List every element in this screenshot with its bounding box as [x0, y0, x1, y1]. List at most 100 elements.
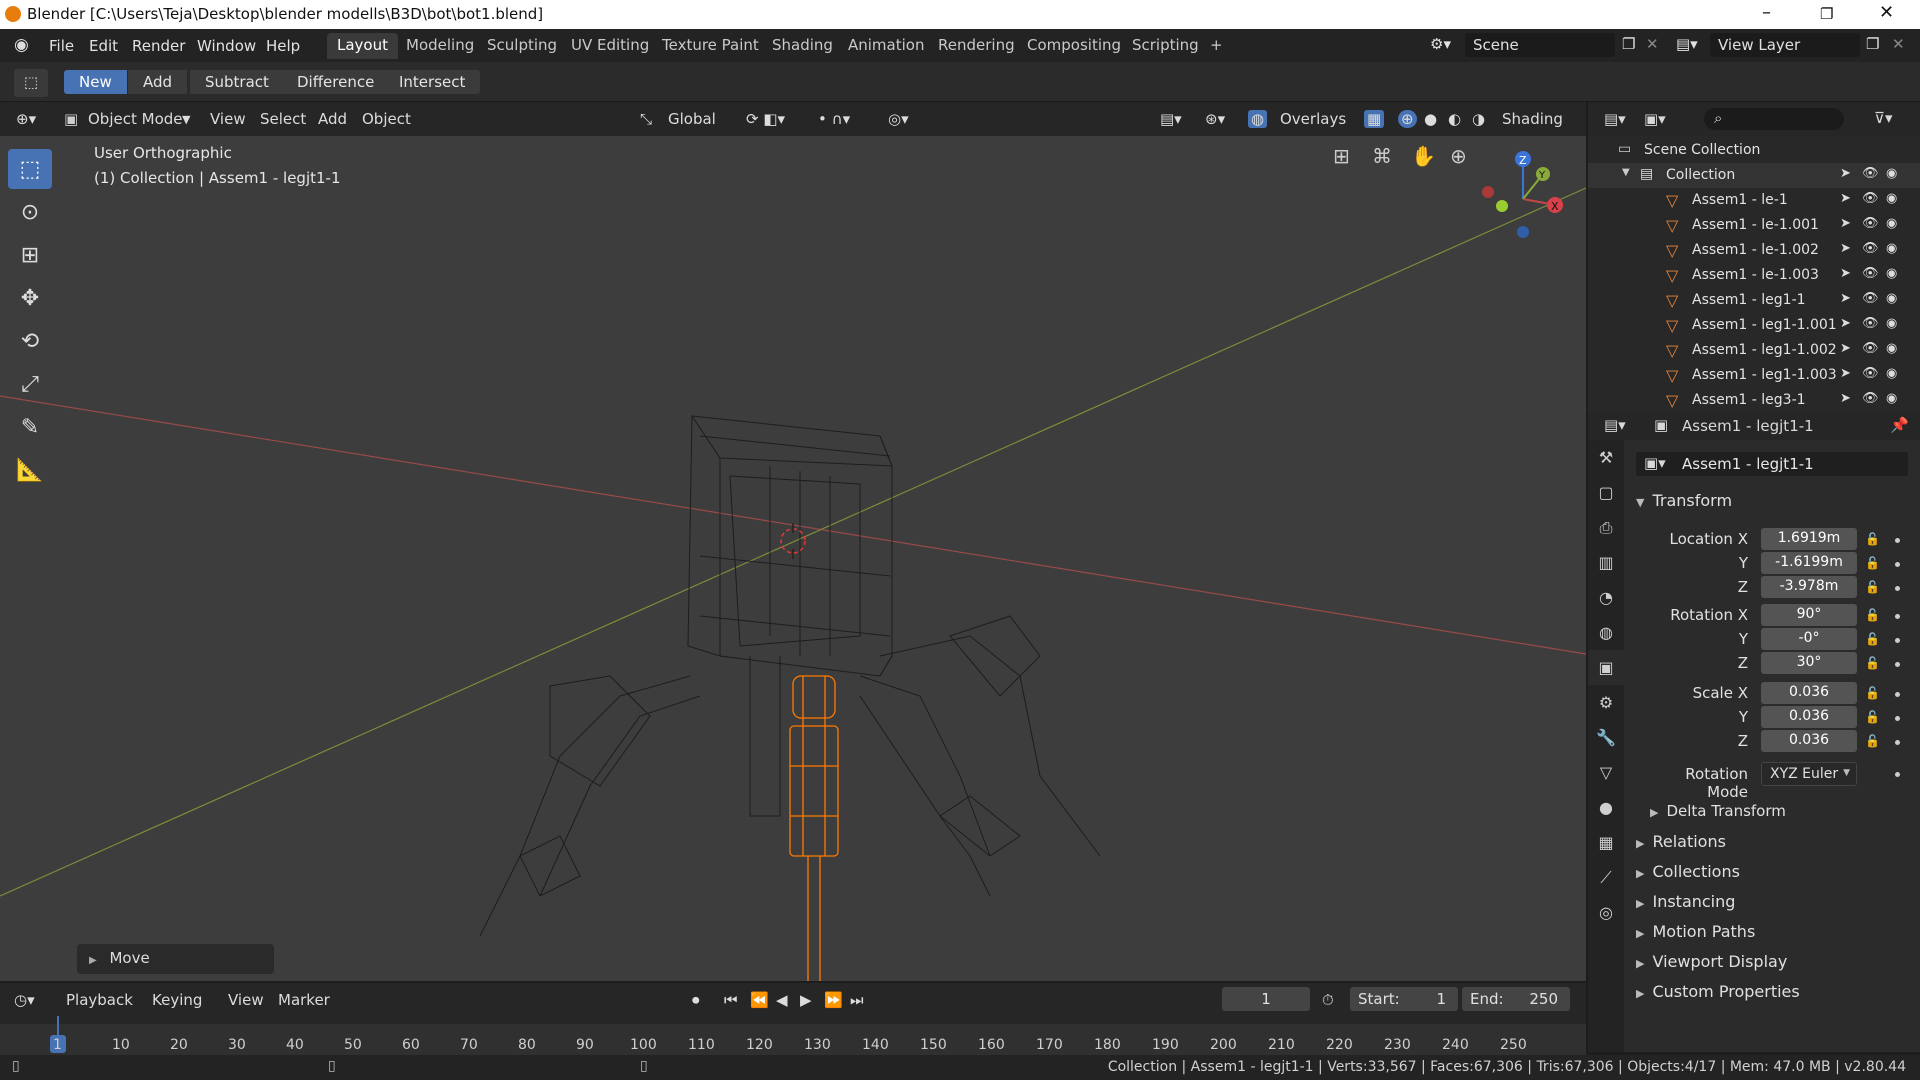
menu-edit[interactable]: Edit [89, 37, 118, 55]
collections-panel[interactable]: ▶ Collections [1636, 862, 1740, 881]
keyframe-dot-icon[interactable] [1895, 692, 1900, 697]
rotate-tool-icon[interactable]: ⟲ [8, 321, 52, 361]
object-data-tab-icon[interactable]: ▽ [1588, 755, 1624, 790]
select-toggle-icon[interactable]: ➤ [1840, 316, 1851, 331]
texture-tab-icon[interactable]: ▦ [1588, 825, 1624, 860]
modifiers-tab-icon[interactable]: 🔧 [1588, 720, 1624, 755]
motion-paths-panel[interactable]: ▶ Motion Paths [1636, 922, 1755, 941]
lock-icon[interactable]: 🔓 [1865, 686, 1880, 700]
play-reverse-icon[interactable]: ◀ [776, 991, 788, 1009]
translate-tool-icon[interactable]: ✥ [8, 278, 52, 318]
lock-icon[interactable]: 🔓 [1865, 580, 1880, 594]
outliner-item[interactable]: ▽ Assem1 - leg1-1.002 ➤ 👁 ◉ [1588, 338, 1920, 363]
select-box-tool-icon[interactable]: ⬚ [8, 149, 52, 189]
new-scene-icon[interactable]: ❐ [1622, 35, 1635, 53]
menu-render[interactable]: Render [132, 37, 185, 55]
render-toggle-icon[interactable]: ◉ [1886, 391, 1897, 406]
start-frame-field[interactable]: Start: 1 [1350, 987, 1458, 1011]
delete-view-layer-icon[interactable]: ✕ [1892, 35, 1905, 53]
render-toggle-icon[interactable]: ◉ [1886, 166, 1897, 181]
world-tab-icon[interactable]: ◍ [1588, 615, 1624, 650]
menu-file[interactable]: File [49, 37, 74, 55]
expand-arrow-icon[interactable]: ▼ [1622, 167, 1630, 178]
measure-tool-icon[interactable]: 📐 [8, 450, 52, 490]
lock-icon[interactable]: 🔓 [1865, 532, 1880, 546]
lock-icon[interactable]: 🔓 [1865, 556, 1880, 570]
eye-icon[interactable]: 👁 [1862, 341, 1879, 356]
scale-x-field[interactable]: 0.036 [1761, 682, 1857, 704]
blender-menu-icon[interactable]: ◉ [14, 35, 29, 55]
select-toggle-icon[interactable]: ➤ [1840, 391, 1851, 406]
bool-intersect-button[interactable]: Intersect [384, 70, 482, 94]
keyframe-dot-icon[interactable] [1895, 662, 1900, 667]
shading-dropdown[interactable]: Shading [1502, 110, 1563, 128]
view-layer-field[interactable]: View Layer [1710, 33, 1860, 57]
outliner-item[interactable]: ▽ Assem1 - leg1-1.003 ➤ 👁 ◉ [1588, 363, 1920, 388]
object-types-visibility-icon[interactable]: ▤▾ [1160, 110, 1182, 128]
lock-icon[interactable]: 🔓 [1865, 656, 1880, 670]
bool-new-button[interactable]: New [64, 70, 128, 94]
new-view-layer-icon[interactable]: ❐ [1866, 35, 1879, 53]
lock-icon[interactable]: 🔓 [1865, 710, 1880, 724]
gizmo-toggle-icon[interactable]: ⊛▾ [1205, 110, 1225, 128]
viewport-menu-add[interactable]: Add [318, 110, 347, 128]
pan-hand-icon[interactable]: ✋ [1411, 144, 1436, 168]
scale-tool-icon[interactable]: ⤢ [8, 364, 52, 404]
eye-icon[interactable]: 👁 [1862, 391, 1879, 406]
jump-end-icon[interactable]: ⏭ [850, 991, 864, 1009]
rotation-y-field[interactable]: -0° [1761, 628, 1857, 650]
tab-shading[interactable]: Shading [762, 33, 843, 59]
outliner-item[interactable]: ▽ Assem1 - le-1.003 ➤ 👁 ◉ [1588, 263, 1920, 288]
select-toggle-icon[interactable]: ➤ [1840, 166, 1851, 181]
end-frame-field[interactable]: End: 250 [1462, 987, 1570, 1011]
tab-scripting[interactable]: Scripting [1122, 33, 1209, 59]
jump-key-back-icon[interactable]: ⏪ [750, 991, 769, 1009]
viewport-display-panel[interactable]: ▶ Viewport Display [1636, 952, 1787, 971]
outliner-item[interactable]: ▽ Assem1 - le-1 ➤ 👁 ◉ [1588, 188, 1920, 213]
outliner-item[interactable]: ▽ Assem1 - leg1-1.001 ➤ 👁 ◉ [1588, 313, 1920, 338]
camera-view-icon[interactable]: ⌘ [1372, 144, 1392, 168]
select-toggle-icon[interactable]: ➤ [1840, 341, 1851, 356]
lock-icon[interactable]: 🔓 [1865, 632, 1880, 646]
last-operator-panel[interactable]: ▶ Move [77, 944, 274, 974]
lock-icon[interactable]: 🔓 [1865, 608, 1880, 622]
bool-difference-button[interactable]: Difference [282, 70, 391, 94]
scale-z-field[interactable]: 0.036 [1761, 730, 1857, 752]
outliner-item[interactable]: ▽ Assem1 - le-1.002 ➤ 👁 ◉ [1588, 238, 1920, 263]
location-y-field[interactable]: -1.6199m [1761, 552, 1857, 574]
tab-modeling[interactable]: Modeling [396, 33, 484, 59]
outliner-item[interactable]: ▽ Assem1 - le-1.001 ➤ 👁 ◉ [1588, 213, 1920, 238]
overlays-dropdown[interactable]: Overlays [1280, 110, 1346, 128]
select-toggle-icon[interactable]: ➤ [1840, 216, 1851, 231]
tab-uv-editing[interactable]: UV Editing [561, 33, 659, 59]
viewport-menu-object[interactable]: Object [362, 110, 411, 128]
relations-panel[interactable]: ▶ Relations [1636, 832, 1726, 851]
constraints-tab-icon[interactable]: ⚙ [1588, 685, 1624, 720]
viewport-menu-select[interactable]: Select [260, 110, 306, 128]
scene-name-field[interactable]: Scene [1465, 33, 1615, 57]
xray-toggle-icon[interactable]: ▦ [1364, 110, 1385, 128]
timeline-menu-keying[interactable]: Keying [152, 991, 202, 1009]
outliner-item[interactable]: ▽ Assem1 - leg1-1 ➤ 👁 ◉ [1588, 288, 1920, 313]
render-toggle-icon[interactable]: ◉ [1886, 191, 1897, 206]
select-toggle-icon[interactable]: ➤ [1840, 366, 1851, 381]
bool-add-button[interactable]: Add [128, 70, 189, 94]
outliner-item[interactable]: ▽ Assem1 - leg3-1 ➤ 👁 ◉ [1588, 388, 1920, 413]
keyframe-dot-icon[interactable] [1895, 638, 1900, 643]
scene-selector-icon[interactable]: ⚙▾ [1430, 35, 1451, 53]
material-shading-icon[interactable]: ◐ [1448, 110, 1461, 128]
toggle-grid-icon[interactable]: ⊞ [1333, 144, 1350, 168]
record-icon[interactable]: ⏺ [692, 991, 700, 1009]
location-x-field[interactable]: 1.6919m [1761, 528, 1857, 550]
cursor-tool-icon[interactable]: ⊙ [8, 192, 52, 232]
keyframe-dot-icon[interactable] [1895, 562, 1900, 567]
eye-icon[interactable]: 👁 [1862, 266, 1879, 281]
render-toggle-icon[interactable]: ◉ [1886, 241, 1897, 256]
add-workspace-button[interactable]: + [1200, 33, 1233, 59]
tab-layout[interactable]: Layout [327, 33, 398, 59]
tab-compositing[interactable]: Compositing [1017, 33, 1131, 59]
solid-shading-icon[interactable]: ● [1424, 110, 1437, 128]
close-icon[interactable]: ✕ [1879, 2, 1894, 23]
select-toggle-icon[interactable]: ➤ [1840, 291, 1851, 306]
3d-viewport[interactable]: User Orthographic (1) Collection | Assem… [0, 136, 1586, 981]
